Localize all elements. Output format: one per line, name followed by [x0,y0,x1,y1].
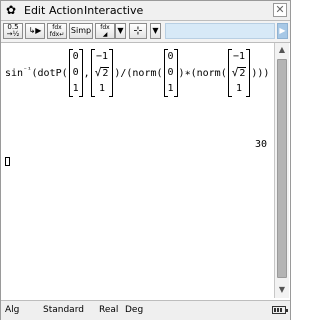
toolbar-scroll-right-icon[interactable]: ▶ [277,23,288,39]
integral-tool-button[interactable]: fdx ◢ [95,23,115,39]
fraction-decimal-toggle-button[interactable]: 0.5 →½ [3,23,23,39]
vector-b: −1 √ 2 1 [90,49,114,97]
menu-action[interactable]: Action [49,4,83,17]
expr-part1: (dotP( [31,67,68,79]
expr-inverse-sup: ⁻¹ [23,66,32,74]
input-cursor[interactable] [5,157,10,166]
work-area[interactable]: sin ⁻¹ (dotP( 0 0 1 , −1 √ 2 1 )/(norm( 0 0… [1,43,273,298]
vector-c: 0 0 1 [163,49,178,97]
status-number-domain[interactable]: Real [99,305,118,315]
vector-c-cell: 0 [167,67,174,78]
expr-part4: ))) [251,67,270,79]
toolbar: 0.5 →½ ↳▶ fdx fdx↵ Simp fdx ◢ ▼ ⊹ ▼ ▶ [1,21,290,43]
scroll-down-icon[interactable]: ▼ [276,284,288,296]
graph-drag-button[interactable]: ↳▶ [25,23,45,39]
expr-prefix: sin [5,67,24,79]
battery-icon [272,306,288,314]
vector-d-cell: 1 [236,83,243,94]
chevron-down-icon[interactable]: ▼ [115,23,126,39]
sqrt-expression: √ 2 [94,66,110,79]
vector-b-cell: 1 [99,83,106,94]
vector-c-cell: 1 [167,83,174,94]
status-format[interactable]: Standard [43,305,84,315]
status-bar: Alg Standard Real Deg [1,300,290,320]
menu-bar: ✿ Edit Action Interactive ✕ [1,1,290,21]
menu-edit[interactable]: Edit [24,4,45,17]
status-angle[interactable]: Deg [125,305,143,315]
menu-interactive[interactable]: Interactive [84,4,143,17]
diff-tool-button[interactable]: fdx fdx↵ [47,23,67,39]
chevron-down-icon[interactable]: ▼ [150,23,161,39]
vector-b-cell: −1 [95,51,109,62]
sqrt-expression: √ 2 [231,66,247,79]
input-expression: sin ⁻¹ (dotP( 0 0 1 , −1 √ 2 1 )/(norm( 0 0… [5,49,269,97]
expr-comma: , [83,67,90,79]
app-window: ✿ Edit Action Interactive ✕ 0.5 →½ ↳▶ fdx… [0,0,291,320]
gear-icon[interactable]: ✿ [6,3,16,17]
expr-part2: )/(norm( [114,67,163,79]
simp-button[interactable]: Simp [69,23,93,39]
vector-a-cell: 0 [72,51,79,62]
vector-a-cell: 0 [72,67,79,78]
scrollbar-thumb[interactable] [277,59,287,278]
vector-a: 0 0 1 [68,49,83,97]
status-mode[interactable]: Alg [5,305,19,315]
graph-axes-icon[interactable]: ⊹ [129,23,147,39]
scroll-up-icon[interactable]: ▲ [276,44,288,56]
vertical-scrollbar[interactable]: ▲ ▼ [274,43,289,298]
vector-d-cell: −1 [233,51,246,62]
vector-b-cell: 2 [101,67,110,79]
output-result: 30 [254,139,267,150]
close-icon[interactable]: ✕ [273,3,287,17]
vector-a-cell: 1 [72,83,79,94]
vector-d: −1 √ 2 1 [227,49,251,97]
expr-part3: )∗(norm( [178,67,227,79]
vector-c-cell: 0 [167,51,174,62]
toolbar-empty-area [165,23,275,39]
vector-d-cell: 2 [238,67,247,79]
